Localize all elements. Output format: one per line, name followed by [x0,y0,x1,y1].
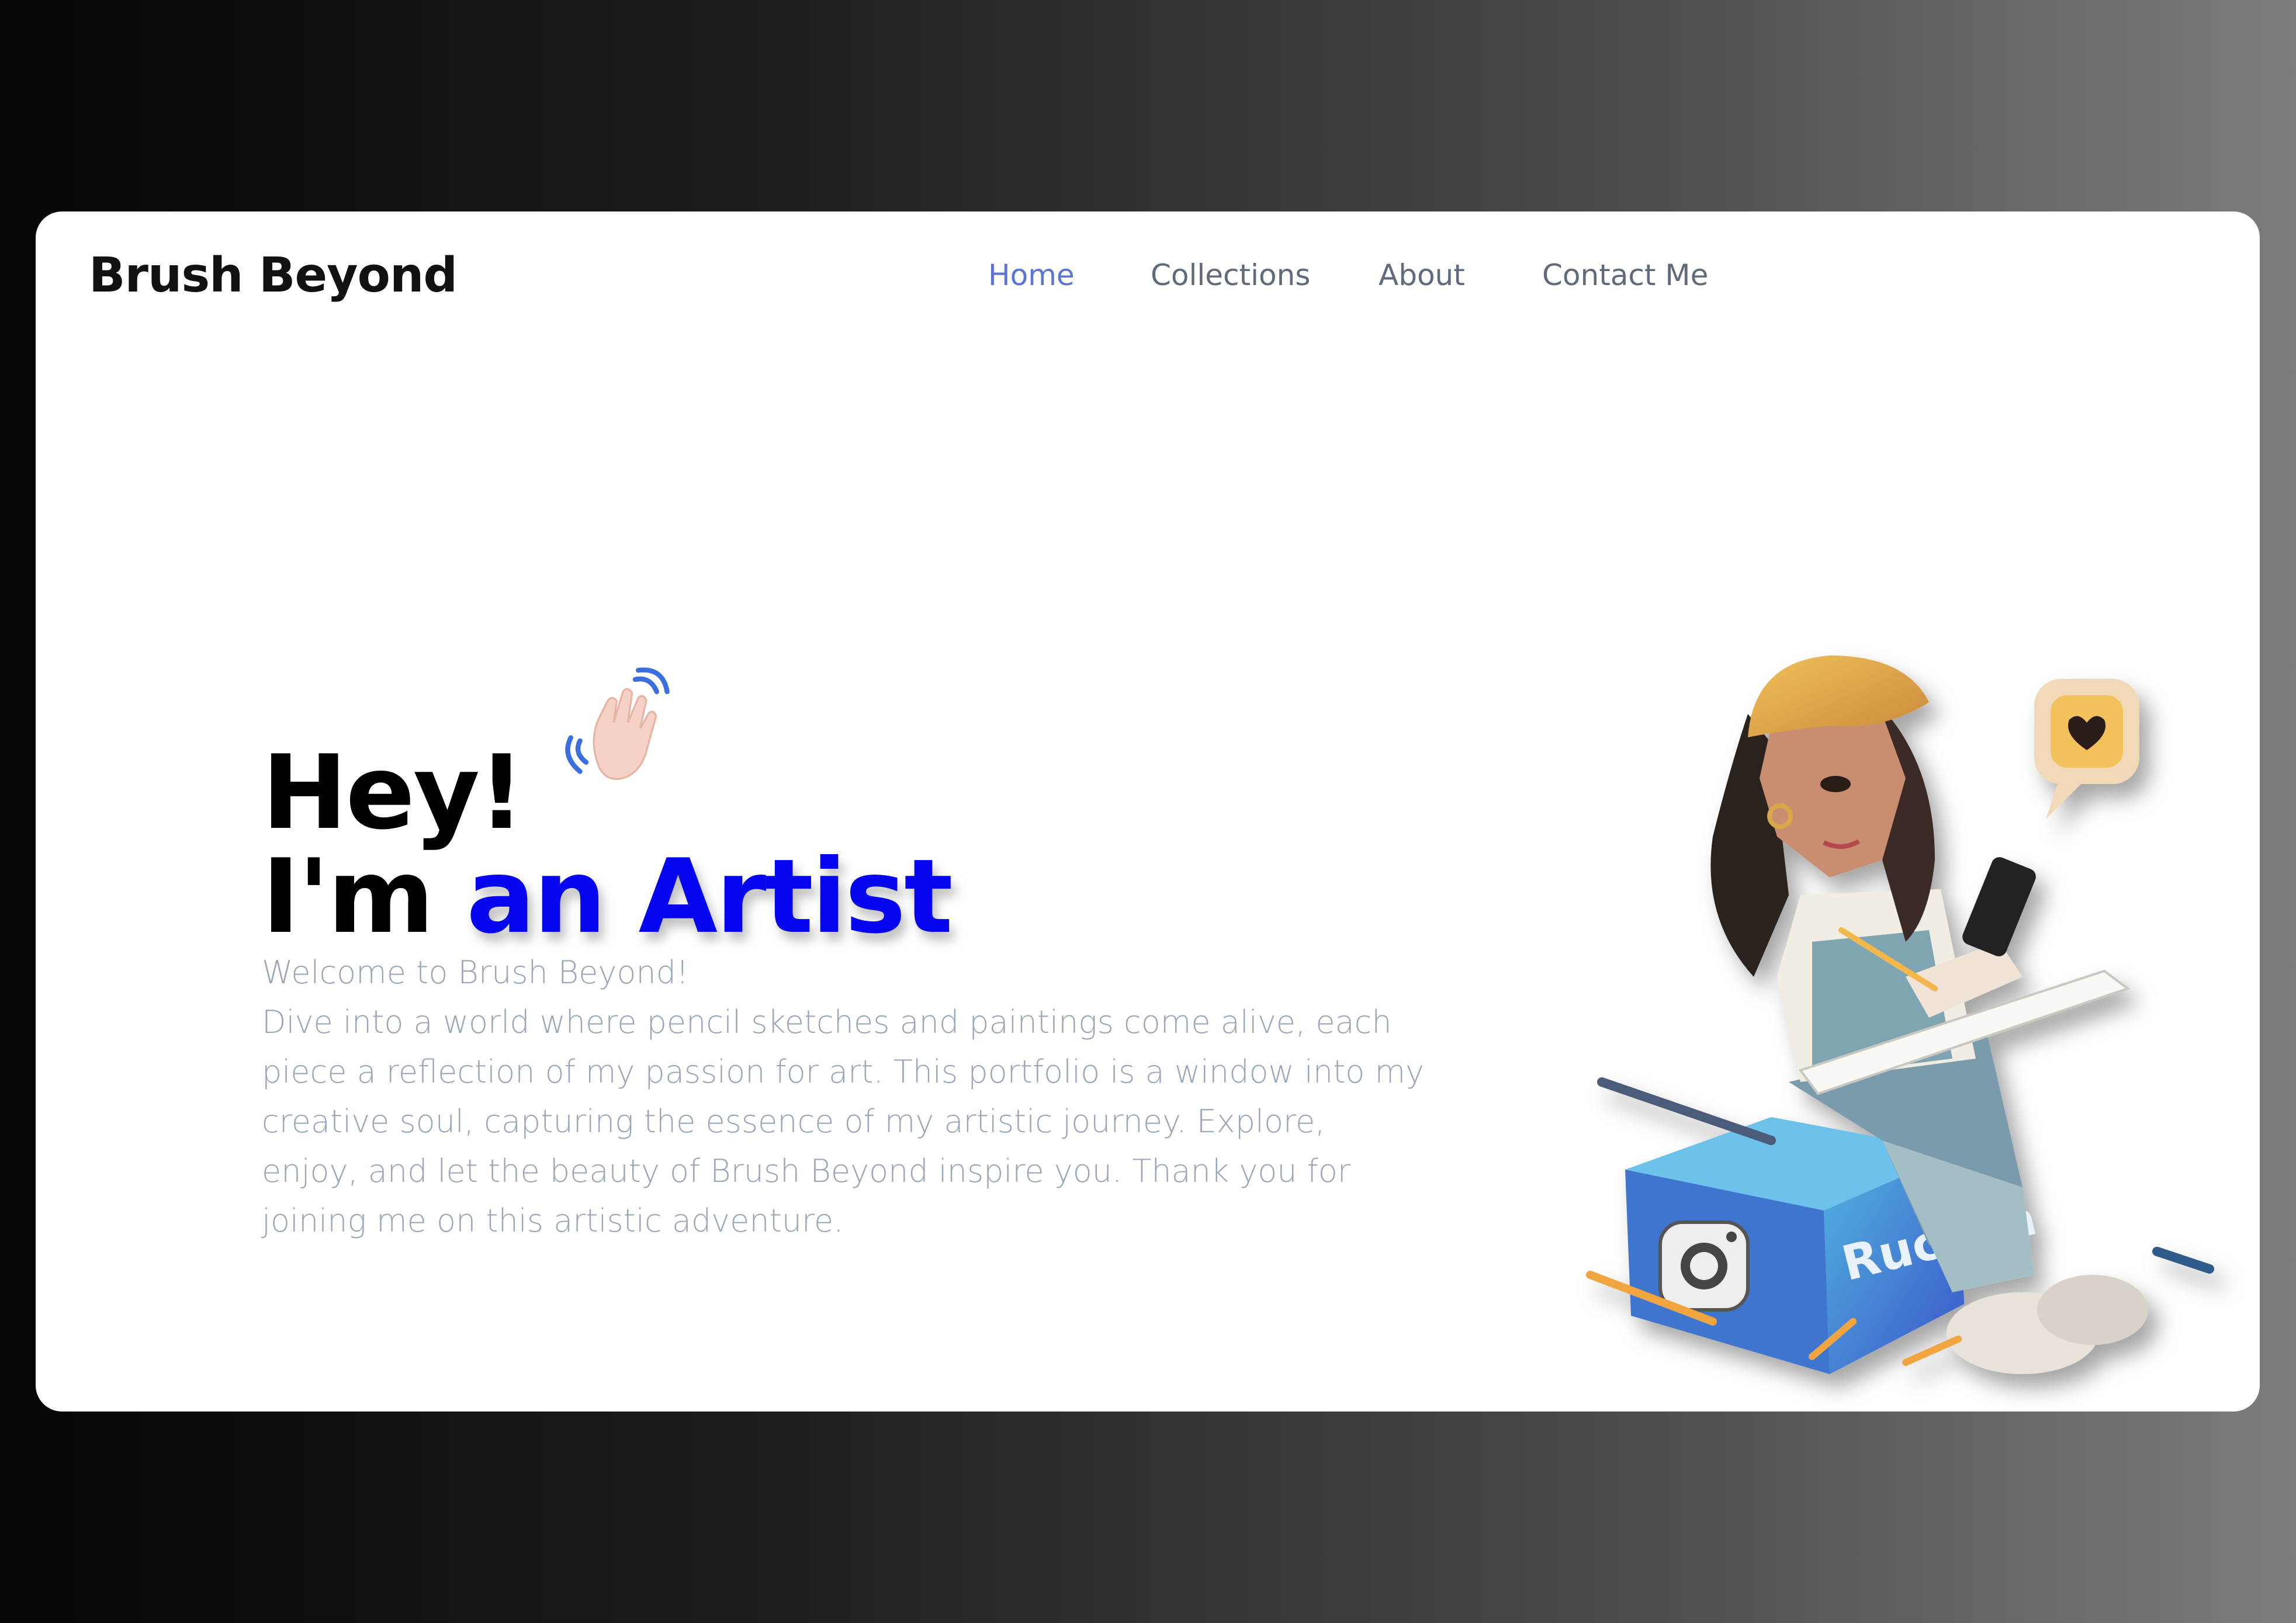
waving-hand-icon [565,667,670,781]
main-card: Brush Beyond Home Collections About Cont… [36,211,2260,1412]
hero-body: Dive into a world where pencil sketches … [262,1004,1425,1239]
instagram-icon [1658,1220,1750,1312]
hero-intro: Welcome to Brush Beyond! [262,954,689,991]
nav-contact-me[interactable]: Contact Me [1542,258,1708,292]
heart-icon [2034,679,2139,819]
main-nav: Home Collections About Contact Me [36,258,2260,311]
hero-description: Welcome to Brush Beyond! Dive into a wor… [262,948,1431,1246]
phone [1962,857,2036,956]
artist-illustration: Ruchka [1586,656,2214,1374]
nav-about[interactable]: About [1379,258,1465,292]
nav-home[interactable]: Home [988,258,1075,292]
hero-line-2-prefix: I'm [262,838,434,957]
hero-line-1: Hey! [262,734,525,853]
hero-line-2-accent: an Artist [466,838,953,957]
nav-collections[interactable]: Collections [1151,258,1310,292]
beret [1748,656,1929,737]
